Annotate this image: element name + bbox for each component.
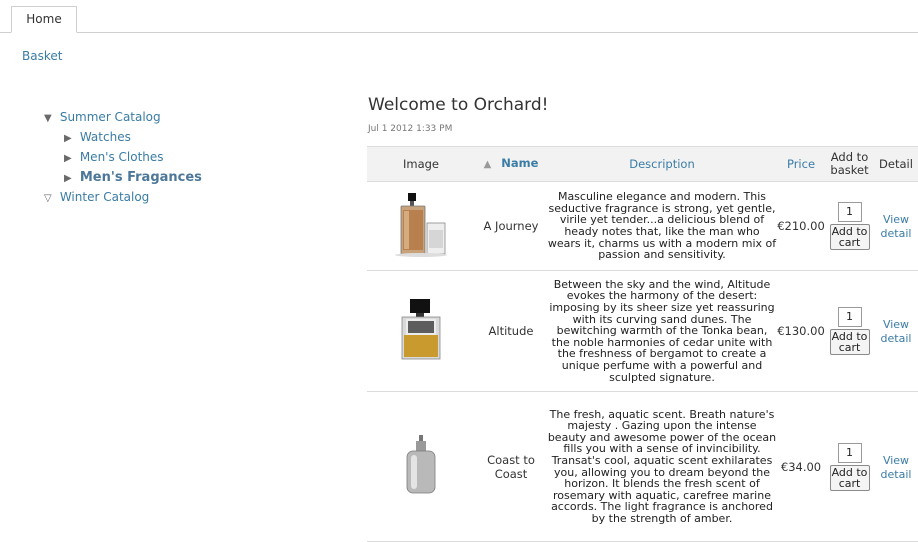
collapsed-triangle-icon: ▶	[64, 133, 72, 144]
expanded-triangle-icon: ▼	[44, 113, 52, 124]
tree-item-mens-fragances[interactable]: ▶ Men's Fragances	[44, 168, 202, 188]
tree-item-winter-catalog[interactable]: ▽ Winter Catalog	[44, 188, 202, 208]
collapsed-triangle-icon: ▶	[64, 153, 72, 164]
summer-catalog-link[interactable]: Summer Catalog	[60, 110, 161, 124]
catalog-tree: ▼ Summer Catalog ▶ Watches ▶ Men's Cloth…	[44, 108, 202, 208]
perfume-bottle-image	[406, 435, 436, 494]
product-description: The fresh, aquatic scent. Breath nature'…	[547, 391, 777, 542]
view-detail-link[interactable]: View detail	[881, 318, 912, 345]
quantity-input[interactable]: 1	[837, 202, 862, 222]
table-header-row: Image ▲ Name Description Price Add to bas…	[367, 146, 918, 182]
collapsed-triangle-icon: ▶	[64, 173, 72, 184]
product-image-altitude	[367, 270, 475, 392]
mens-clothes-link[interactable]: Men's Clothes	[80, 150, 164, 164]
add-to-cart-button[interactable]: Add to cart	[829, 224, 870, 250]
product-name: Altitude	[475, 270, 547, 392]
tab-bar-divider	[0, 32, 918, 33]
header-description[interactable]: Description	[547, 146, 777, 182]
detail-cell: View detail	[874, 391, 918, 542]
add-to-cart-button[interactable]: Add to cart	[829, 464, 870, 491]
detail-cell: View detail	[874, 270, 918, 392]
tab-home[interactable]: Home	[11, 6, 77, 33]
add-to-basket-cell: 1 Add to cart	[825, 181, 874, 271]
table-row: A Journey Masculine elegance and modern.…	[367, 181, 918, 271]
table-row: Coast to Coast The fresh, aquatic scent.…	[367, 391, 918, 542]
product-name: A Journey	[475, 181, 547, 271]
product-price: €34.00	[777, 391, 825, 542]
perfume-bottle-image	[395, 192, 447, 257]
basket-link[interactable]: Basket	[22, 49, 62, 63]
header-name-label[interactable]: Name	[501, 156, 538, 170]
header-price-label[interactable]: Price	[787, 157, 815, 171]
header-detail: Detail	[874, 146, 918, 182]
product-price: €130.00	[777, 270, 825, 392]
winter-catalog-link[interactable]: Winter Catalog	[60, 190, 149, 204]
empty-triangle-icon: ▽	[44, 193, 52, 204]
header-image: Image	[367, 146, 475, 182]
header-name[interactable]: ▲ Name	[475, 146, 547, 182]
tree-item-summer-catalog[interactable]: ▼ Summer Catalog	[44, 108, 202, 128]
quantity-input[interactable]: 1	[837, 307, 862, 327]
view-detail-link[interactable]: View detail	[881, 213, 912, 240]
product-price: €210.00	[777, 181, 825, 271]
table-row: Altitude Between the sky and the wind, A…	[367, 270, 918, 392]
tree-item-mens-clothes[interactable]: ▶ Men's Clothes	[44, 148, 202, 168]
header-description-label[interactable]: Description	[629, 157, 695, 171]
product-image-a-journey	[367, 181, 475, 271]
product-image-coast-to-coast	[367, 391, 475, 542]
header-add-to-basket: Add to basket	[825, 146, 874, 182]
quantity-input[interactable]: 1	[837, 442, 862, 463]
watches-link[interactable]: Watches	[80, 130, 131, 144]
tree-item-watches[interactable]: ▶ Watches	[44, 128, 202, 148]
publish-date: Jul 1 2012 1:33 PM	[368, 124, 453, 134]
add-to-cart-button[interactable]: Add to cart	[829, 329, 870, 355]
detail-cell: View detail	[874, 181, 918, 271]
mens-fragances-link[interactable]: Men's Fragances	[80, 170, 202, 185]
page-title: Welcome to Orchard!	[368, 95, 549, 115]
add-to-basket-cell: 1 Add to cart	[825, 391, 874, 542]
view-detail-link[interactable]: View detail	[881, 454, 912, 481]
header-price[interactable]: Price	[777, 146, 825, 182]
sort-ascending-icon: ▲	[483, 159, 492, 170]
product-description: Between the sky and the wind, Altitude e…	[547, 270, 777, 392]
add-to-basket-cell: 1 Add to cart	[825, 270, 874, 392]
products-table: Image ▲ Name Description Price Add to bas…	[367, 146, 918, 542]
product-name: Coast to Coast	[475, 391, 547, 542]
product-description: Masculine elegance and modern. This sedu…	[547, 181, 777, 271]
perfume-bottle-image	[401, 298, 441, 359]
